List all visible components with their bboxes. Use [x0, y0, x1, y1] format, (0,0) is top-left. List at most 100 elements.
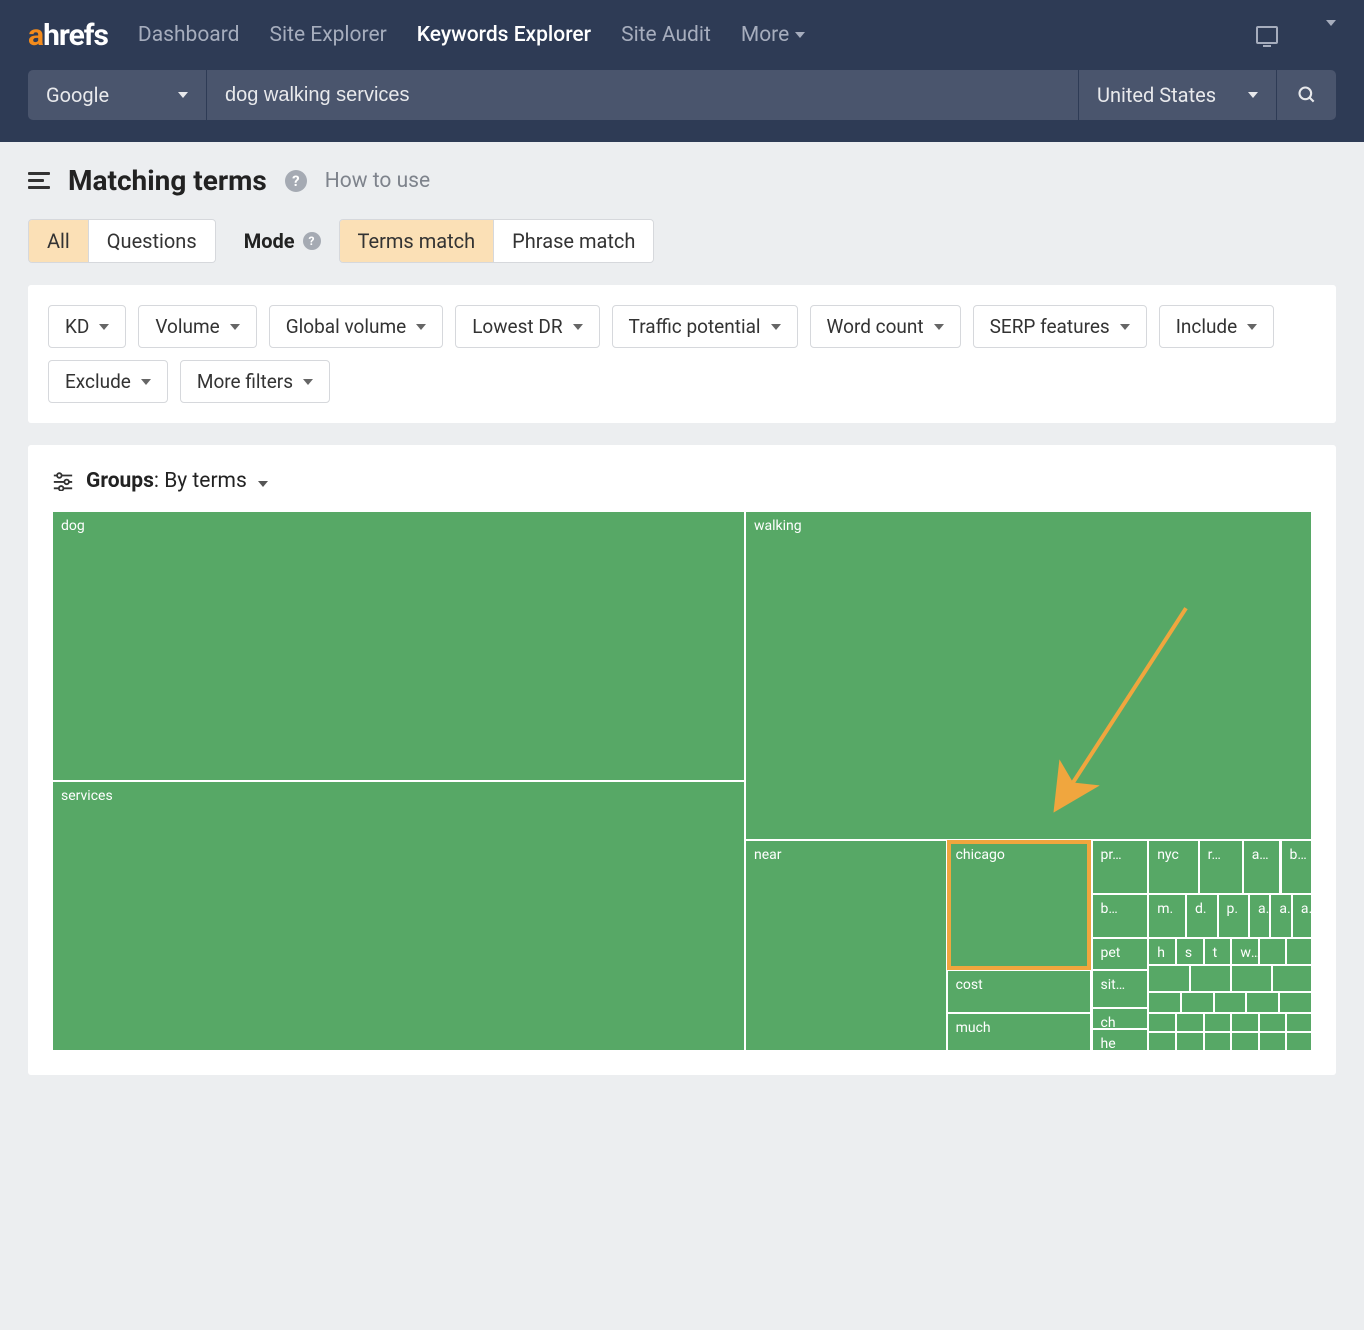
treemap-cell[interactable]: r… [1199, 840, 1243, 894]
treemap-cell[interactable] [1204, 1013, 1232, 1032]
treemap-cell[interactable]: much [947, 1013, 1092, 1051]
treemap-cell[interactable] [1176, 1032, 1204, 1051]
help-icon[interactable]: ? [285, 170, 307, 192]
chevron-down-icon [258, 481, 268, 487]
treemap-cell[interactable]: services [52, 781, 745, 1051]
treemap-cell[interactable]: p. [1218, 894, 1250, 937]
country-select[interactable]: United States [1078, 70, 1276, 120]
treemap-cell[interactable] [1204, 1032, 1232, 1051]
treemap-cell[interactable] [1259, 938, 1285, 965]
treemap-cell[interactable] [1246, 992, 1279, 1014]
mode-label: Mode ? [244, 229, 321, 253]
chevron-down-icon [1248, 92, 1258, 98]
treemap-cell[interactable]: b… [1281, 840, 1313, 894]
tab-phrase-match[interactable]: Phrase match [493, 220, 653, 262]
account-menu[interactable] [1326, 26, 1336, 45]
treemap-cell[interactable]: t [1204, 938, 1232, 965]
treemap-panel: Groups: By terms dogserviceswalkingnearc… [28, 445, 1336, 1075]
treemap-cell[interactable]: near [745, 840, 947, 1051]
treemap-cell[interactable]: a [1292, 894, 1312, 937]
tab-terms-match[interactable]: Terms match [340, 220, 494, 262]
treemap-cell[interactable]: chicago [947, 840, 1092, 970]
filter-lowest-dr[interactable]: Lowest DR [455, 305, 599, 348]
chevron-down-icon [230, 324, 240, 330]
groups-select[interactable]: Groups: By terms [86, 469, 268, 493]
filter-serp-features[interactable]: SERP features [973, 305, 1147, 348]
treemap-cell[interactable]: ch [1092, 1008, 1149, 1030]
filter-kd[interactable]: KD [48, 305, 126, 348]
help-icon[interactable]: ? [303, 232, 321, 250]
treemap-cell[interactable]: cost [947, 970, 1092, 1013]
treemap-cell[interactable] [1148, 992, 1181, 1014]
treemap-cell[interactable]: m. [1148, 894, 1186, 937]
treemap-cell[interactable]: walking [745, 511, 1312, 840]
chevron-down-icon [771, 324, 781, 330]
treemap-cell[interactable] [1181, 992, 1214, 1014]
chevron-down-icon [934, 324, 944, 330]
chevron-down-icon [1247, 324, 1257, 330]
keyword-input[interactable] [225, 84, 1060, 107]
chevron-down-icon [1120, 324, 1130, 330]
treemap-chart[interactable]: dogserviceswalkingnearchicagocostmuch pr…… [52, 511, 1312, 1051]
treemap-cell[interactable]: a [1270, 894, 1291, 937]
treemap-cell[interactable]: pr… [1092, 840, 1149, 894]
treemap-cell[interactable] [1214, 992, 1247, 1014]
search-button[interactable] [1276, 70, 1336, 120]
monitor-icon[interactable] [1256, 26, 1278, 44]
sliders-icon[interactable] [52, 471, 74, 491]
search-engine-select[interactable]: Google [28, 70, 206, 120]
nav-site-audit[interactable]: Site Audit [621, 23, 711, 47]
treemap-cell[interactable]: d. [1186, 894, 1218, 937]
treemap-cell[interactable]: s [1176, 938, 1204, 965]
filter-include[interactable]: Include [1159, 305, 1275, 348]
chevron-down-icon [141, 379, 151, 385]
chevron-down-icon [573, 324, 583, 330]
treemap-cell[interactable] [1286, 938, 1312, 965]
chevron-down-icon [178, 92, 188, 98]
tab-all[interactable]: All [29, 220, 88, 262]
treemap-cell[interactable]: a… [1243, 840, 1281, 894]
chevron-down-icon [303, 379, 313, 385]
filter-more[interactable]: More filters [180, 360, 330, 403]
treemap-cell[interactable]: pet [1092, 938, 1149, 970]
filter-traffic-potential[interactable]: Traffic potential [612, 305, 798, 348]
treemap-cell[interactable]: h [1148, 938, 1176, 965]
treemap-cell[interactable]: sit… [1092, 970, 1149, 1008]
treemap-cell[interactable]: w [1231, 938, 1259, 965]
treemap-cell[interactable] [1259, 1013, 1285, 1032]
treemap-cell[interactable] [1190, 965, 1232, 992]
treemap-cell[interactable] [1272, 965, 1312, 992]
treemap-cell[interactable] [1286, 1032, 1312, 1051]
filter-exclude[interactable]: Exclude [48, 360, 168, 403]
treemap-cell[interactable] [1286, 1013, 1312, 1032]
treemap-cell[interactable] [1231, 1032, 1259, 1051]
treemap-cell[interactable] [1148, 1032, 1176, 1051]
how-to-use-link[interactable]: How to use [325, 169, 430, 193]
logo[interactable]: ahrefs [28, 18, 108, 53]
treemap-cell[interactable]: dog [52, 511, 745, 781]
menu-icon[interactable] [28, 172, 50, 189]
search-icon [1297, 85, 1317, 105]
nav-more[interactable]: More [741, 23, 805, 47]
treemap-cell[interactable] [1148, 965, 1190, 992]
chevron-down-icon [99, 324, 109, 330]
treemap-cell[interactable]: he [1092, 1029, 1149, 1051]
filter-word-count[interactable]: Word count [810, 305, 961, 348]
nav-site-explorer[interactable]: Site Explorer [270, 23, 387, 47]
treemap-cell[interactable] [1259, 1032, 1285, 1051]
nav-dashboard[interactable]: Dashboard [138, 23, 240, 47]
treemap-cell[interactable] [1231, 965, 1271, 992]
filter-volume[interactable]: Volume [138, 305, 256, 348]
treemap-cell[interactable]: b… [1092, 894, 1149, 937]
filter-global-volume[interactable]: Global volume [269, 305, 443, 348]
treemap-cell[interactable] [1148, 1013, 1176, 1032]
filters-panel: KD Volume Global volume Lowest DR Traffi… [28, 285, 1336, 423]
treemap-cell[interactable] [1231, 1013, 1259, 1032]
treemap-cell[interactable]: nyc [1148, 840, 1198, 894]
nav-keywords-explorer[interactable]: Keywords Explorer [417, 23, 591, 47]
chevron-down-icon [795, 32, 805, 38]
tab-questions[interactable]: Questions [88, 220, 215, 262]
treemap-cell[interactable]: a [1249, 894, 1270, 937]
treemap-cell[interactable] [1279, 992, 1312, 1014]
treemap-cell[interactable] [1176, 1013, 1204, 1032]
